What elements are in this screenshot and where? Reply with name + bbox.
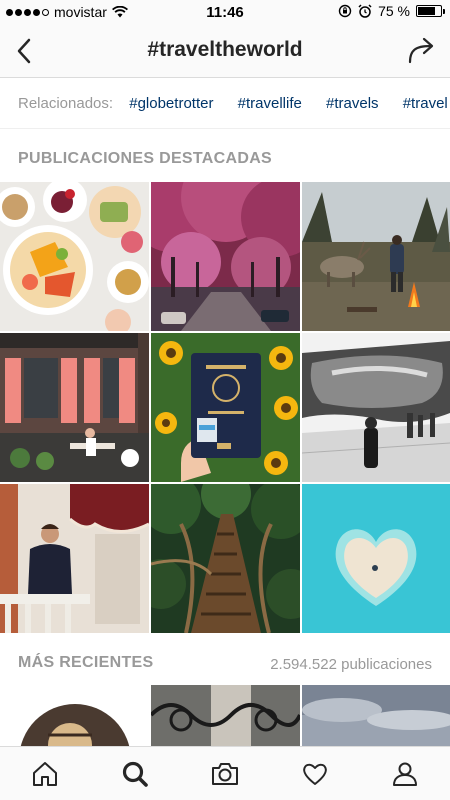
related-tag-travel[interactable]: #travel <box>403 95 448 112</box>
heart-icon <box>303 763 327 785</box>
related-tag-travels[interactable]: #travels <box>326 95 379 112</box>
search-icon <box>122 761 148 787</box>
alarm-icon <box>358 4 372 18</box>
post-heart-island[interactable] <box>302 484 450 633</box>
related-label: Relacionados: <box>18 95 114 112</box>
post-jungle-bridge[interactable] <box>151 484 300 633</box>
recent-photo-3 <box>302 685 450 747</box>
recent-posts-grid <box>0 685 450 747</box>
reindeer-campfire-photo <box>302 182 450 331</box>
jungle-bridge-photo <box>151 484 300 633</box>
related-tag-globetrotter[interactable]: #globetrotter <box>129 95 213 112</box>
page-title: #traveltheworld <box>147 38 303 61</box>
post-man-balcony[interactable] <box>0 484 149 633</box>
recent-photo-1 <box>0 685 149 747</box>
cloud-gate-photo <box>302 333 450 482</box>
post-breakfast[interactable] <box>0 182 149 331</box>
related-tag-travellife[interactable]: #travellife <box>238 95 302 112</box>
tab-home[interactable] <box>25 754 65 794</box>
post-recent-3[interactable] <box>302 685 450 747</box>
orientation-lock-icon <box>338 4 352 18</box>
recent-section-header: MÁS RECIENTES <box>18 654 154 671</box>
tab-search[interactable] <box>115 754 155 794</box>
battery-icon <box>416 5 445 17</box>
bottom-tab-bar <box>0 746 450 800</box>
tab-camera[interactable] <box>205 754 245 794</box>
profile-icon <box>393 762 417 786</box>
home-icon <box>33 761 57 786</box>
post-recent-1[interactable] <box>0 685 149 747</box>
status-right: 75 % <box>338 3 445 19</box>
tab-profile[interactable] <box>385 754 425 794</box>
recent-photo-2 <box>151 685 300 747</box>
pink-tree-street-photo <box>151 182 300 331</box>
post-pink-trees[interactable] <box>151 182 300 331</box>
status-bar: movistar 11:46 75 % <box>0 0 450 24</box>
navigation-bar: #traveltheworld <box>0 24 450 78</box>
post-passport[interactable] <box>151 333 300 482</box>
related-tags-bar: Relacionados: #globetrotter #travellife … <box>0 79 450 129</box>
pink-shutters-building-photo <box>0 333 149 482</box>
recent-post-count: 2.594.522 publicaciones <box>270 656 432 673</box>
post-cloud-gate[interactable] <box>302 333 450 482</box>
passport-photo <box>151 333 300 482</box>
share-button[interactable] <box>406 34 438 66</box>
man-balcony-photo <box>0 484 149 633</box>
featured-section-header: PUBLICACIONES DESTACADAS <box>18 150 273 167</box>
featured-posts-grid <box>0 182 450 633</box>
breakfast-photo <box>0 182 149 331</box>
post-recent-2[interactable] <box>151 685 300 747</box>
camera-icon <box>212 762 238 785</box>
heart-island-photo <box>302 484 450 633</box>
post-pink-shutters[interactable] <box>0 333 149 482</box>
post-reindeer-campfire[interactable] <box>302 182 450 331</box>
battery-percent: 75 % <box>378 3 410 19</box>
tab-activity[interactable] <box>295 754 335 794</box>
share-arrow-icon <box>408 37 434 64</box>
